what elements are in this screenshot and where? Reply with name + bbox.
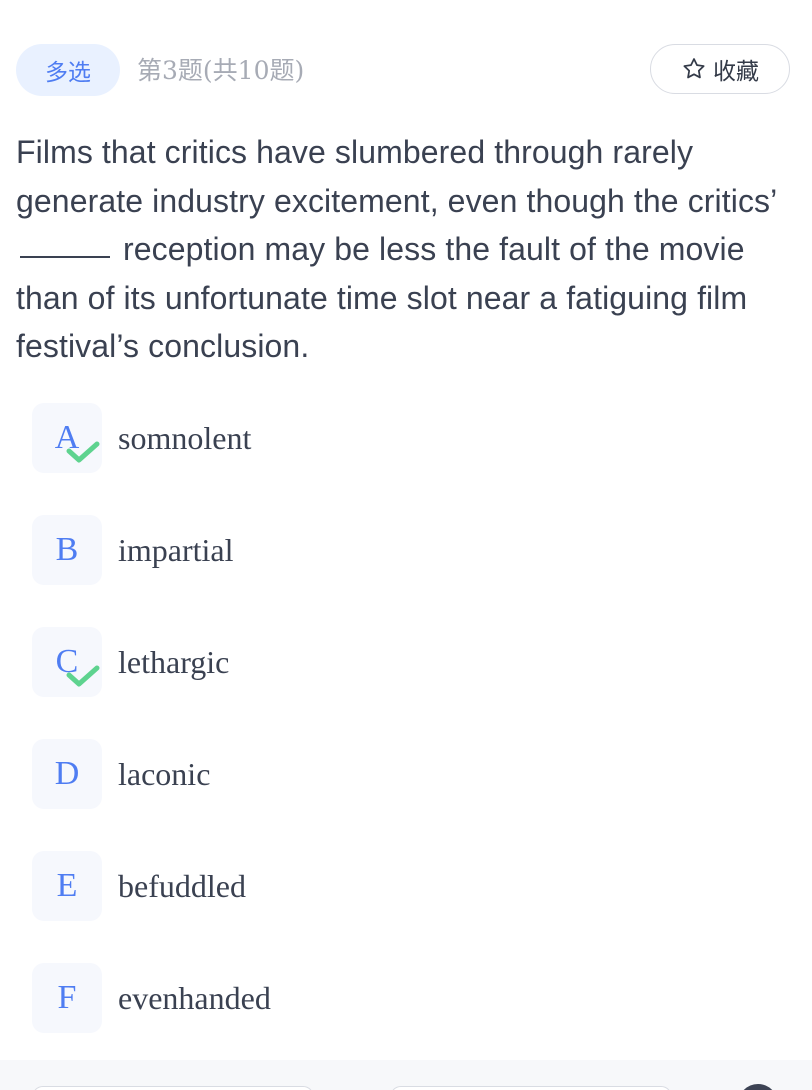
option-f[interactable]: F evenhanded <box>32 962 792 1034</box>
option-letter-box: B <box>32 515 102 585</box>
option-letter-box: C <box>32 627 102 697</box>
star-outline-icon <box>683 58 705 79</box>
question-text-after-blank: reception may be less the fault of the m… <box>16 231 748 364</box>
option-letter-box: D <box>32 739 102 809</box>
option-letter: F <box>57 979 77 1016</box>
answer-blank <box>20 256 110 258</box>
question-progress: 第3题(共10题) <box>137 56 305 85</box>
previous-button[interactable] <box>32 1086 314 1090</box>
check-icon <box>66 441 100 463</box>
question-type-badge: 多选 <box>16 44 120 96</box>
option-d[interactable]: D laconic <box>32 738 792 810</box>
option-letter-box: E <box>32 851 102 921</box>
option-text: laconic <box>118 755 211 792</box>
option-text: impartial <box>118 531 234 568</box>
next-button[interactable] <box>390 1086 672 1090</box>
option-letter: D <box>54 755 80 792</box>
option-letter-box: F <box>32 963 102 1033</box>
option-text: befuddled <box>118 867 246 904</box>
favorite-button[interactable]: 收藏 <box>650 44 790 94</box>
option-letter-box: A <box>32 403 102 473</box>
option-text: evenhanded <box>118 979 271 1016</box>
option-c[interactable]: C lethargic <box>32 626 792 698</box>
question-header: 多选 第3题(共10题) 收藏 <box>0 0 812 140</box>
option-text: lethargic <box>118 643 230 680</box>
option-text: somnolent <box>118 419 252 456</box>
option-b[interactable]: B impartial <box>32 514 792 586</box>
option-a[interactable]: A somnolent <box>32 402 792 474</box>
option-letter: E <box>56 867 78 904</box>
favorite-label: 收藏 <box>713 59 759 85</box>
question-text-before-blank: Films that critics have slumbered throug… <box>16 134 777 219</box>
question-text: Films that critics have slumbered throug… <box>16 128 798 371</box>
option-e[interactable]: E befuddled <box>32 850 792 922</box>
check-icon <box>66 665 100 687</box>
option-letter: B <box>55 531 79 568</box>
